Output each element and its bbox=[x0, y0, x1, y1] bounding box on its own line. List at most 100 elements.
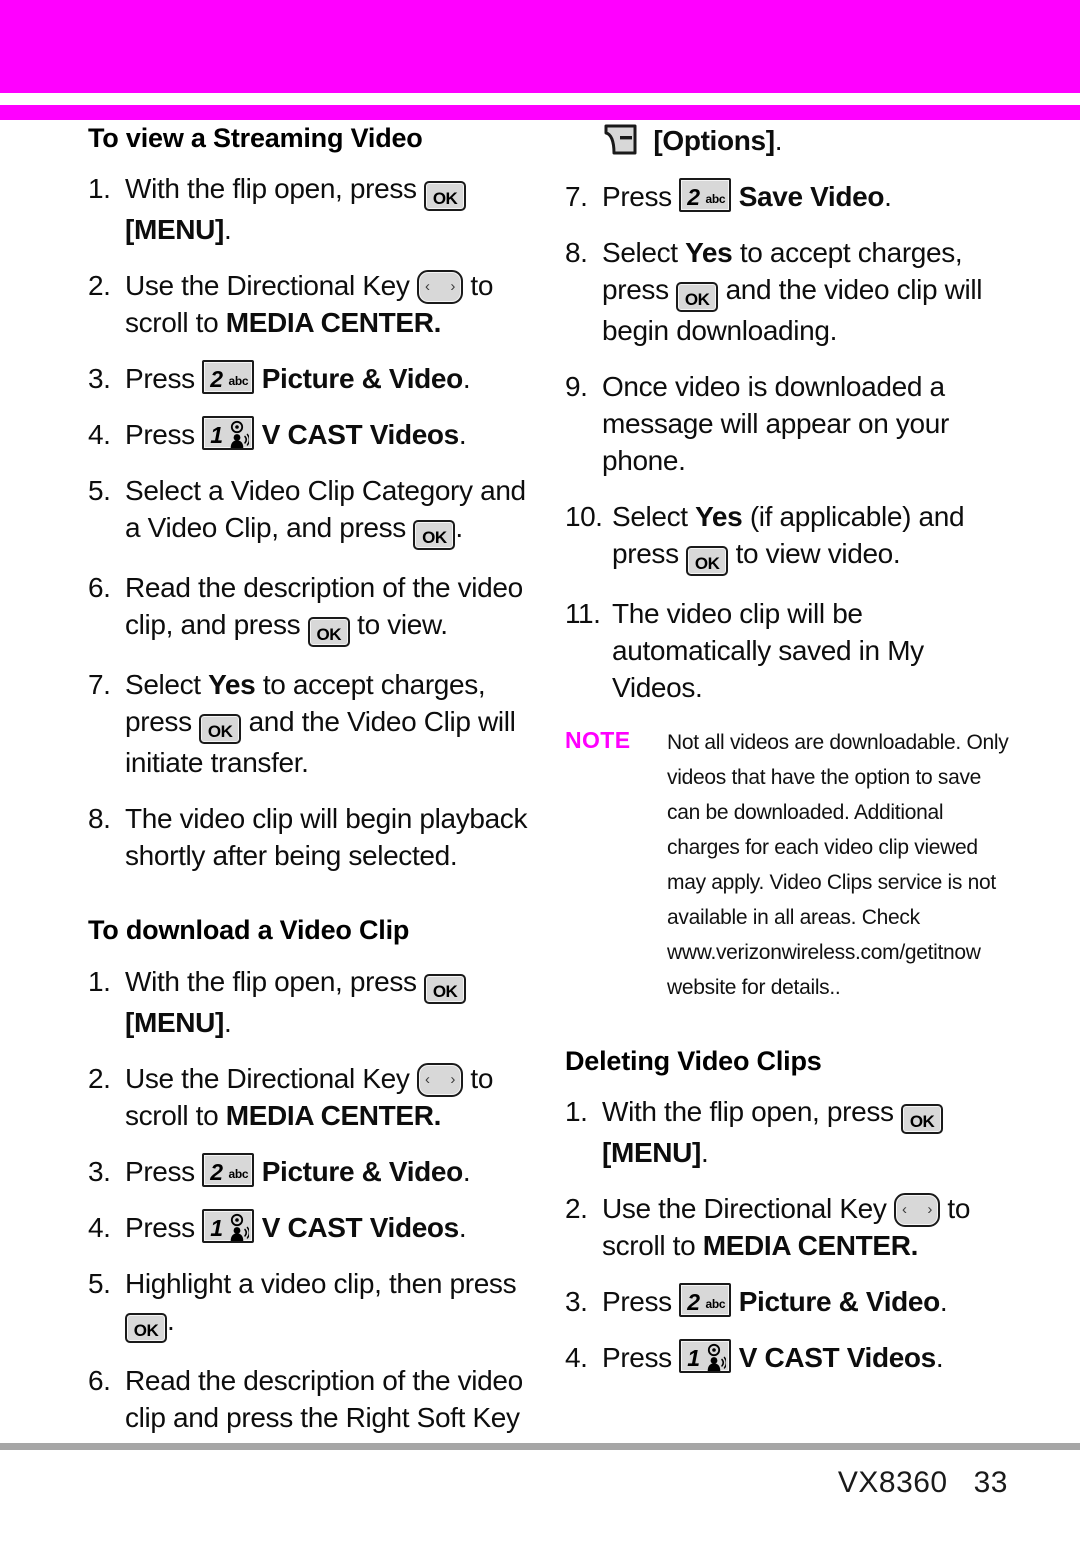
right-soft-key-options-icon bbox=[604, 124, 637, 155]
step-number: 1. bbox=[88, 173, 111, 205]
step-item: 10. Select Yes (if applicable) and press … bbox=[565, 498, 1010, 576]
step-item: 7. Press 2 abc Save Video. bbox=[565, 178, 1010, 215]
step-number: 5. bbox=[88, 475, 111, 507]
step-item: 6. Read the description of the video clip… bbox=[88, 1362, 528, 1436]
key-2-abc-icon: 2 abc bbox=[202, 1152, 255, 1187]
ok-key-icon: OK bbox=[676, 282, 719, 312]
emphasis-text: V CAST Videos bbox=[254, 419, 460, 451]
key-2-abc-icon: 2 abc bbox=[202, 360, 255, 395]
step-text: Press 1 V CAST Videos. bbox=[125, 1208, 467, 1243]
emphasis-text: Save Video bbox=[731, 181, 885, 212]
header-accent-rule bbox=[0, 105, 1080, 120]
emphasis-text: MEDIA CENTER. bbox=[225, 1099, 442, 1131]
step-number: 2. bbox=[88, 270, 111, 302]
emphasis-text: Yes bbox=[695, 501, 743, 532]
key-1-voicemail-icon: 1 bbox=[202, 416, 255, 451]
step-item: 5. Highlight a video clip, then press OK. bbox=[88, 1265, 528, 1343]
step-item: 2. Use the Directional Key ‹ › to scroll t… bbox=[88, 1060, 528, 1134]
steps-deleting-video-clips: 1. With the flip open, press OK [MENU]. 2.… bbox=[565, 1093, 1010, 1376]
step-item: 1. With the flip open, press OK [MENU]. bbox=[88, 963, 528, 1041]
emphasis-text: [MENU] bbox=[125, 214, 224, 246]
step-item: 2. Use the Directional Key ‹ › to scroll t… bbox=[88, 267, 528, 341]
step-number: 1. bbox=[565, 1096, 588, 1128]
step-number: 9. bbox=[565, 371, 588, 402]
step-text: Press 1 V CAST Videos. bbox=[125, 416, 467, 451]
directional-key-icon: ‹ › bbox=[416, 270, 463, 305]
step-text: Press 2 abc Picture & Video. bbox=[125, 1152, 471, 1187]
key-2-abc-icon: 2 abc bbox=[679, 178, 732, 212]
heading-download-video-clip: To download a Video Clip bbox=[88, 915, 410, 946]
step-number: 11. bbox=[565, 598, 601, 629]
step-item: 4. Press 1 V CAST Videos. bbox=[565, 1339, 1010, 1376]
emphasis-text: Picture & Video bbox=[254, 363, 464, 395]
step-text: With the flip open, press OK [MENU]. bbox=[125, 173, 467, 246]
step-item: 4. Press 1 V CAST Videos. bbox=[88, 416, 528, 453]
step-item: 6. Read the description of the video clip… bbox=[88, 569, 528, 648]
right-column: [Options]. 7. Press 2 abc Save Video. 8. Sel… bbox=[565, 122, 1010, 1395]
step-text: Press 2 abc Picture & Video. bbox=[125, 360, 471, 395]
note-block: NOTE Not all videos are downloadable. On… bbox=[565, 725, 1010, 1005]
step-text: The video clip will begin playback short… bbox=[125, 803, 528, 872]
emphasis-text: V CAST Videos bbox=[731, 1342, 937, 1374]
ok-key-icon: OK bbox=[413, 520, 456, 551]
step-text: Select Yes to accept charges, press OK a… bbox=[602, 237, 983, 346]
step-text: Use the Directional Key ‹ › to scroll to … bbox=[125, 270, 494, 339]
step-text: Select Yes to accept charges, press OK a… bbox=[125, 669, 516, 779]
emphasis-text: MEDIA CENTER. bbox=[225, 307, 442, 339]
ok-key-icon: OK bbox=[307, 617, 350, 648]
step-text: Select a Video Clip Category and a Video… bbox=[125, 475, 526, 551]
step-item: 3. Press 2 abc Picture & Video. bbox=[88, 1152, 528, 1190]
step-number: 3. bbox=[88, 363, 111, 395]
step-number: 6. bbox=[88, 572, 111, 604]
emphasis-text: [Options] bbox=[646, 125, 775, 156]
directional-key-icon: ‹ › bbox=[416, 1062, 463, 1097]
steps-view-streaming-video: 1. With the flip open, press OK [MENU]. 2.… bbox=[88, 170, 528, 874]
note-text: Not all videos are downloadable. Only vi… bbox=[667, 731, 1009, 999]
page-number: 33 bbox=[973, 1466, 1008, 1499]
note-label: NOTE bbox=[565, 727, 631, 753]
step-number: 6. bbox=[88, 1364, 111, 1396]
step-item: 3. Press 2 abc Picture & Video. bbox=[565, 1283, 1010, 1320]
manual-page: To view a Streaming Video 1. With the fli… bbox=[0, 0, 1080, 1552]
step-number: 7. bbox=[565, 181, 588, 212]
step-text: Read the description of the video clip a… bbox=[125, 1364, 523, 1433]
header-color-band bbox=[0, 0, 1080, 93]
step-item: 11. The video clip will be automatically … bbox=[565, 595, 1010, 706]
step-item: 9. Once video is downloaded a message wil… bbox=[565, 368, 1010, 479]
step-text: Once video is downloaded a message will … bbox=[602, 371, 949, 476]
key-1-voicemail-icon: 1 bbox=[202, 1208, 255, 1243]
ok-key-icon: OK bbox=[424, 181, 467, 212]
step-text: Use the Directional Key ‹ › to scroll to … bbox=[602, 1193, 971, 1262]
emphasis-text: MEDIA CENTER. bbox=[702, 1230, 919, 1262]
device-model-label: VX8360 bbox=[837, 1466, 948, 1499]
step-text: Press 2 abc Picture & Video. bbox=[602, 1283, 948, 1318]
footer: VX8360 33 bbox=[838, 1466, 1008, 1500]
heading-deleting-video-clips: Deleting Video Clips bbox=[565, 1046, 822, 1076]
step-item: 1. With the flip open, press OK [MENU]. bbox=[88, 170, 528, 248]
steps-download-video-clip-continued: 7. Press 2 abc Save Video. 8. Select Yes to … bbox=[565, 178, 1010, 706]
step-number: 4. bbox=[88, 419, 111, 451]
step-text: Press 1 V CAST Videos. bbox=[602, 1339, 944, 1374]
step-item: 4. Press 1 V CAST Videos. bbox=[88, 1208, 528, 1246]
step-number: 10. bbox=[565, 501, 603, 532]
step-number: 3. bbox=[88, 1155, 111, 1187]
key-1-voicemail-icon: 1 bbox=[679, 1339, 732, 1374]
step-number: 5. bbox=[88, 1267, 111, 1299]
step-number: 4. bbox=[88, 1211, 111, 1243]
step-number: 4. bbox=[565, 1342, 588, 1374]
step-number: 8. bbox=[565, 237, 588, 268]
step-number: 1. bbox=[88, 965, 111, 997]
step-number: 7. bbox=[88, 669, 111, 701]
step-item: 8. Select Yes to accept charges, press OK… bbox=[565, 234, 1010, 349]
step-number: 2. bbox=[88, 1062, 111, 1094]
key-2-abc-icon: 2 abc bbox=[679, 1283, 732, 1318]
emphasis-text: Yes bbox=[685, 237, 733, 268]
page-content: To view a Streaming Video 1. With the fli… bbox=[0, 122, 1080, 1433]
step-item: 5. Select a Video Clip Category and a Vid… bbox=[88, 472, 528, 551]
step-text: With the flip open, press OK [MENU]. bbox=[125, 966, 467, 1038]
emphasis-text: Picture & Video bbox=[254, 1155, 464, 1187]
emphasis-text: Picture & Video bbox=[731, 1286, 941, 1318]
step-item: 2. Use the Directional Key ‹ › to scroll t… bbox=[565, 1190, 1010, 1264]
step-text: The video clip will be automatically sav… bbox=[612, 598, 924, 703]
step-text: With the flip open, press OK [MENU]. bbox=[602, 1096, 944, 1168]
